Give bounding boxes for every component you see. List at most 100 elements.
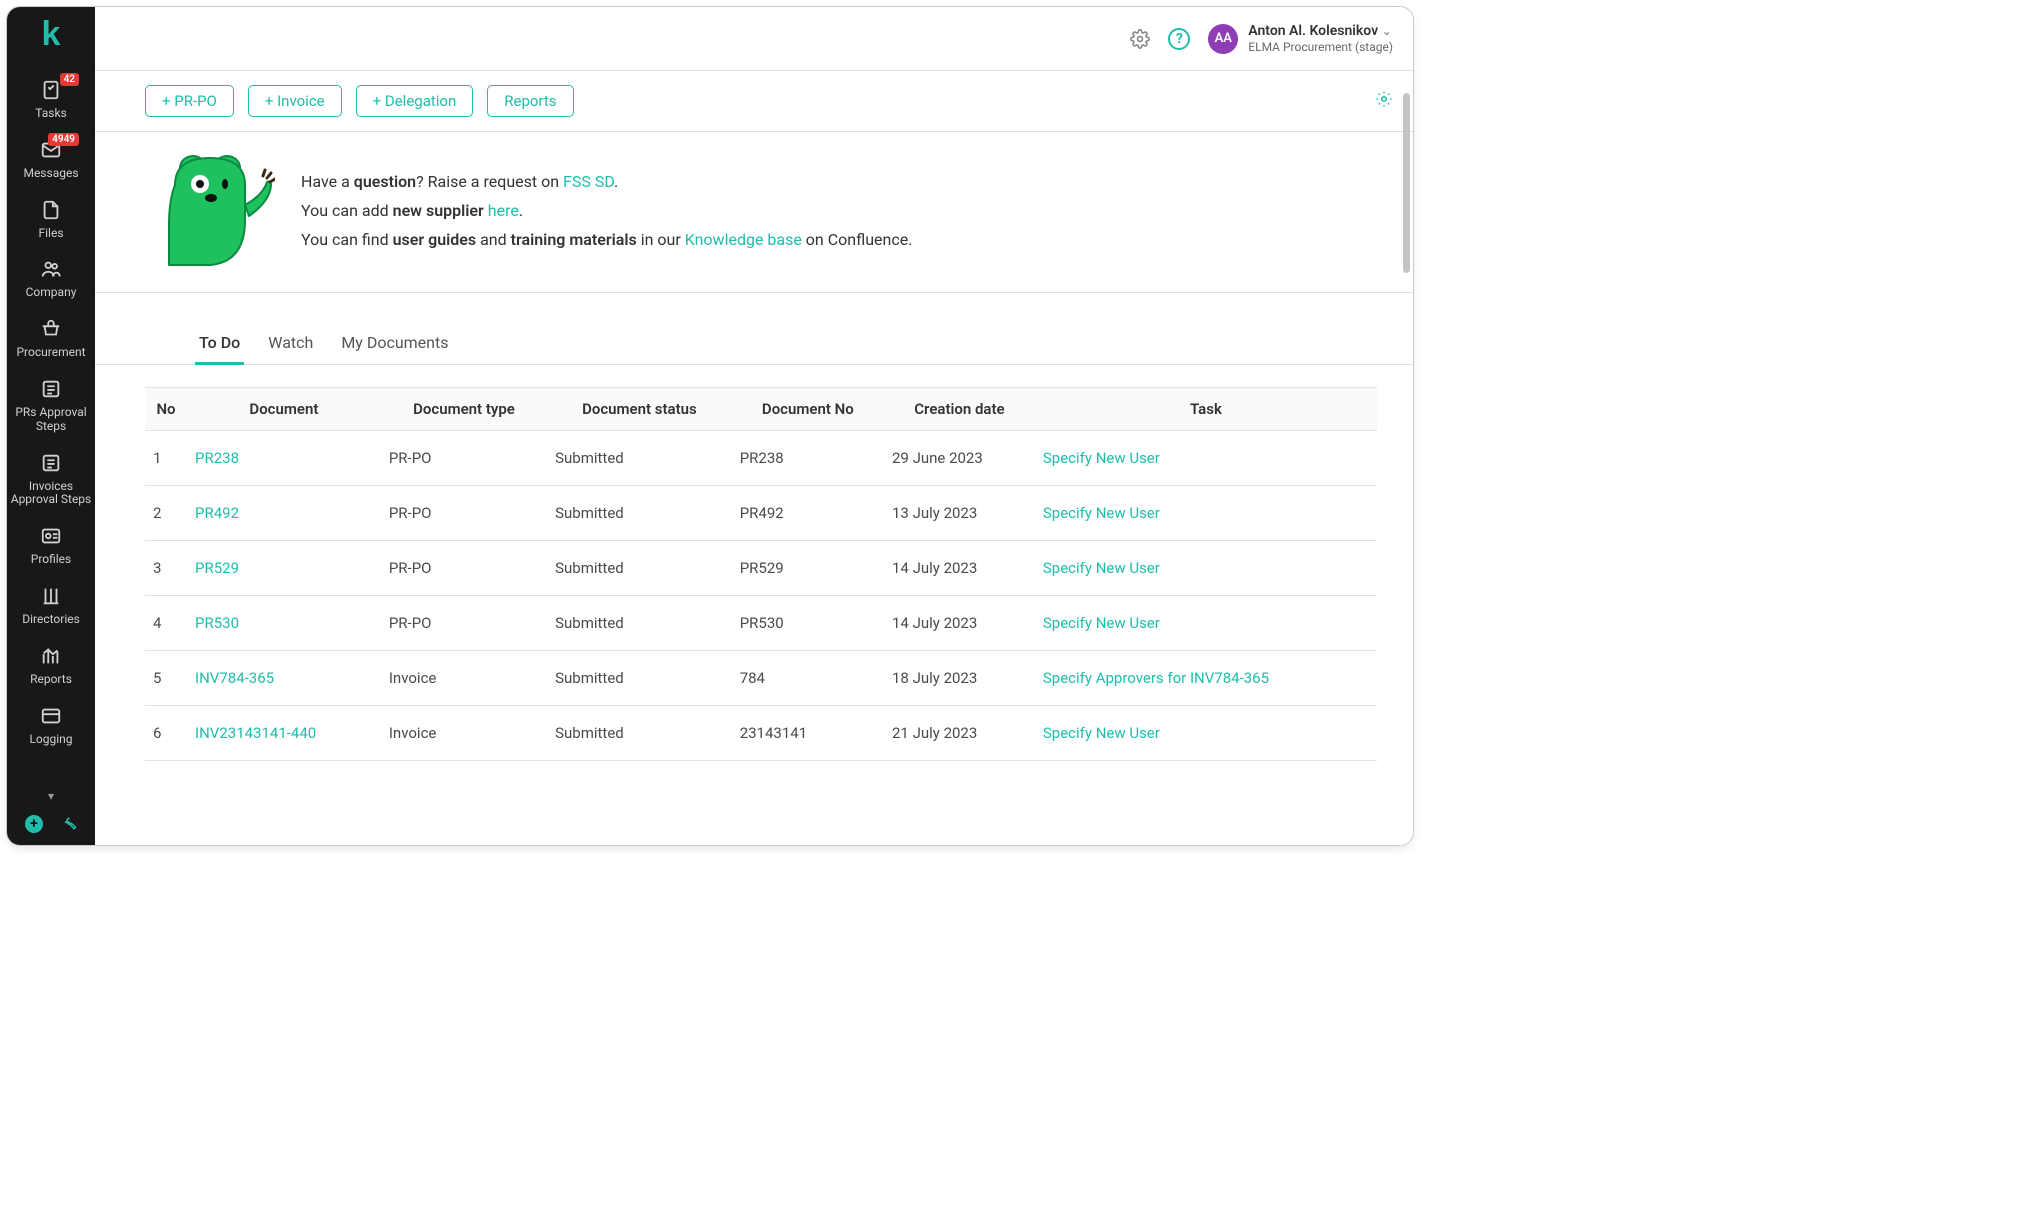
col-no[interactable]: No <box>145 388 187 431</box>
sidebar-item-profiles[interactable]: Profiles <box>7 515 95 575</box>
document-link[interactable]: PR529 <box>195 559 239 577</box>
text: You can add <box>301 201 393 220</box>
new-invoice-button[interactable]: + Invoice <box>248 85 342 117</box>
sidebar: k 42 Tasks 4949 Messages Files <box>7 7 95 845</box>
task-link[interactable]: Specify New User <box>1043 559 1160 577</box>
text: ? Raise a request on <box>416 172 563 191</box>
cell-type: PR-PO <box>381 486 547 541</box>
documents-table: No Document Document type Document statu… <box>145 387 1377 761</box>
cell-status: Submitted <box>547 706 732 761</box>
col-docno[interactable]: Document No <box>732 388 884 431</box>
brand-logo[interactable]: k <box>42 17 61 51</box>
list-approval-icon <box>38 450 64 476</box>
sidebar-item-logging[interactable]: Logging <box>7 695 95 755</box>
action-row: + PR-PO + Invoice + Delegation Reports <box>95 71 1413 132</box>
text: . <box>519 201 523 220</box>
new-supplier-link[interactable]: here <box>488 201 519 220</box>
help-icon[interactable]: ? <box>1168 28 1190 50</box>
list-approval-icon <box>38 376 64 402</box>
new-delegation-button[interactable]: + Delegation <box>356 85 474 117</box>
col-type[interactable]: Document type <box>381 388 547 431</box>
cell-no: 2 <box>145 486 187 541</box>
cell-docno: PR492 <box>732 486 884 541</box>
table-row: 6INV23143141-440InvoiceSubmitted23143141… <box>145 706 1377 761</box>
cell-type: Invoice <box>381 706 547 761</box>
cell-date: 14 July 2023 <box>884 596 1035 651</box>
tab-my-documents[interactable]: My Documents <box>337 333 452 364</box>
gear-icon[interactable] <box>1130 29 1150 49</box>
user-menu[interactable]: AA Anton Al. Kolesnikov ⌄ ELMA Procureme… <box>1208 23 1393 54</box>
sidebar-item-reports[interactable]: Reports <box>7 635 95 695</box>
procurement-icon <box>38 316 64 342</box>
text: user guides <box>393 230 477 249</box>
sidebar-item-label: Directories <box>22 613 80 627</box>
sidebar-item-label: Messages <box>23 167 78 181</box>
cell-status: Submitted <box>547 431 732 486</box>
task-link[interactable]: Specify New User <box>1043 449 1160 467</box>
new-prpo-button[interactable]: + PR-PO <box>145 85 234 117</box>
mascot-bear-icon <box>145 150 275 270</box>
cell-docno: PR529 <box>732 541 884 596</box>
cell-no: 1 <box>145 431 187 486</box>
cell-docno: PR530 <box>732 596 884 651</box>
cell-no: 5 <box>145 651 187 706</box>
col-task[interactable]: Task <box>1035 388 1377 431</box>
sidebar-item-label: Tasks <box>35 107 67 121</box>
sidebar-item-procurement[interactable]: Procurement <box>7 308 95 368</box>
wrench-icon[interactable] <box>59 813 77 835</box>
sidebar-item-messages[interactable]: 4949 Messages <box>7 129 95 189</box>
cell-type: PR-PO <box>381 541 547 596</box>
scrollbar[interactable] <box>1401 71 1411 845</box>
cell-type: Invoice <box>381 651 547 706</box>
hero: Have a question? Raise a request on FSS … <box>95 132 1413 293</box>
document-link[interactable]: INV784-365 <box>195 669 274 687</box>
reports-icon <box>38 643 64 669</box>
document-link[interactable]: INV23143141-440 <box>195 724 316 742</box>
cell-status: Submitted <box>547 651 732 706</box>
panel-gear-icon[interactable] <box>1375 90 1393 112</box>
text: . <box>614 172 618 191</box>
text: You can find <box>301 230 393 249</box>
app-shell: k 42 Tasks 4949 Messages Files <box>6 6 1414 846</box>
files-icon <box>38 197 64 223</box>
col-date[interactable]: Creation date <box>884 388 1035 431</box>
chevron-down-icon[interactable]: ▾ <box>48 789 54 803</box>
sidebar-item-tasks[interactable]: 42 Tasks <box>7 69 95 129</box>
sidebar-item-company[interactable]: Company <box>7 248 95 308</box>
table-row: 1PR238PR-POSubmittedPR23829 June 2023Spe… <box>145 431 1377 486</box>
cell-no: 3 <box>145 541 187 596</box>
task-link[interactable]: Specify New User <box>1043 724 1160 742</box>
logging-icon <box>38 703 64 729</box>
fss-sd-link[interactable]: FSS SD <box>563 172 614 191</box>
text: Have a <box>301 172 354 191</box>
text: question <box>354 172 416 191</box>
sidebar-item-files[interactable]: Files <box>7 189 95 249</box>
col-document[interactable]: Document <box>187 388 381 431</box>
sidebar-item-invoices-approval[interactable]: Invoices Approval Steps <box>7 442 95 516</box>
col-status[interactable]: Document status <box>547 388 732 431</box>
badge: 42 <box>60 73 79 86</box>
profiles-icon <box>38 523 64 549</box>
reports-button[interactable]: Reports <box>487 85 573 117</box>
table-row: 4PR530PR-POSubmittedPR53014 July 2023Spe… <box>145 596 1377 651</box>
task-link[interactable]: Specify Approvers for INV784-365 <box>1043 669 1269 687</box>
content: + PR-PO + Invoice + Delegation Reports <box>95 71 1413 845</box>
tab-todo[interactable]: To Do <box>195 333 244 364</box>
add-button[interactable]: + <box>25 815 43 833</box>
cell-status: Submitted <box>547 541 732 596</box>
text: new supplier <box>393 201 484 220</box>
sidebar-item-prs-approval[interactable]: PRs Approval Steps <box>7 368 95 442</box>
document-link[interactable]: PR492 <box>195 504 239 522</box>
document-link[interactable]: PR530 <box>195 614 239 632</box>
user-subtitle: ELMA Procurement (stage) <box>1248 40 1393 54</box>
task-link[interactable]: Specify New User <box>1043 614 1160 632</box>
tab-watch[interactable]: Watch <box>264 333 317 364</box>
sidebar-item-directories[interactable]: Directories <box>7 575 95 635</box>
cell-docno: 23143141 <box>732 706 884 761</box>
topbar: ? AA Anton Al. Kolesnikov ⌄ ELMA Procure… <box>95 7 1413 71</box>
document-link[interactable]: PR238 <box>195 449 239 467</box>
task-link[interactable]: Specify New User <box>1043 504 1160 522</box>
text: in our <box>637 230 685 249</box>
sidebar-item-label: Invoices Approval Steps <box>7 480 95 508</box>
knowledge-base-link[interactable]: Knowledge base <box>685 230 802 249</box>
